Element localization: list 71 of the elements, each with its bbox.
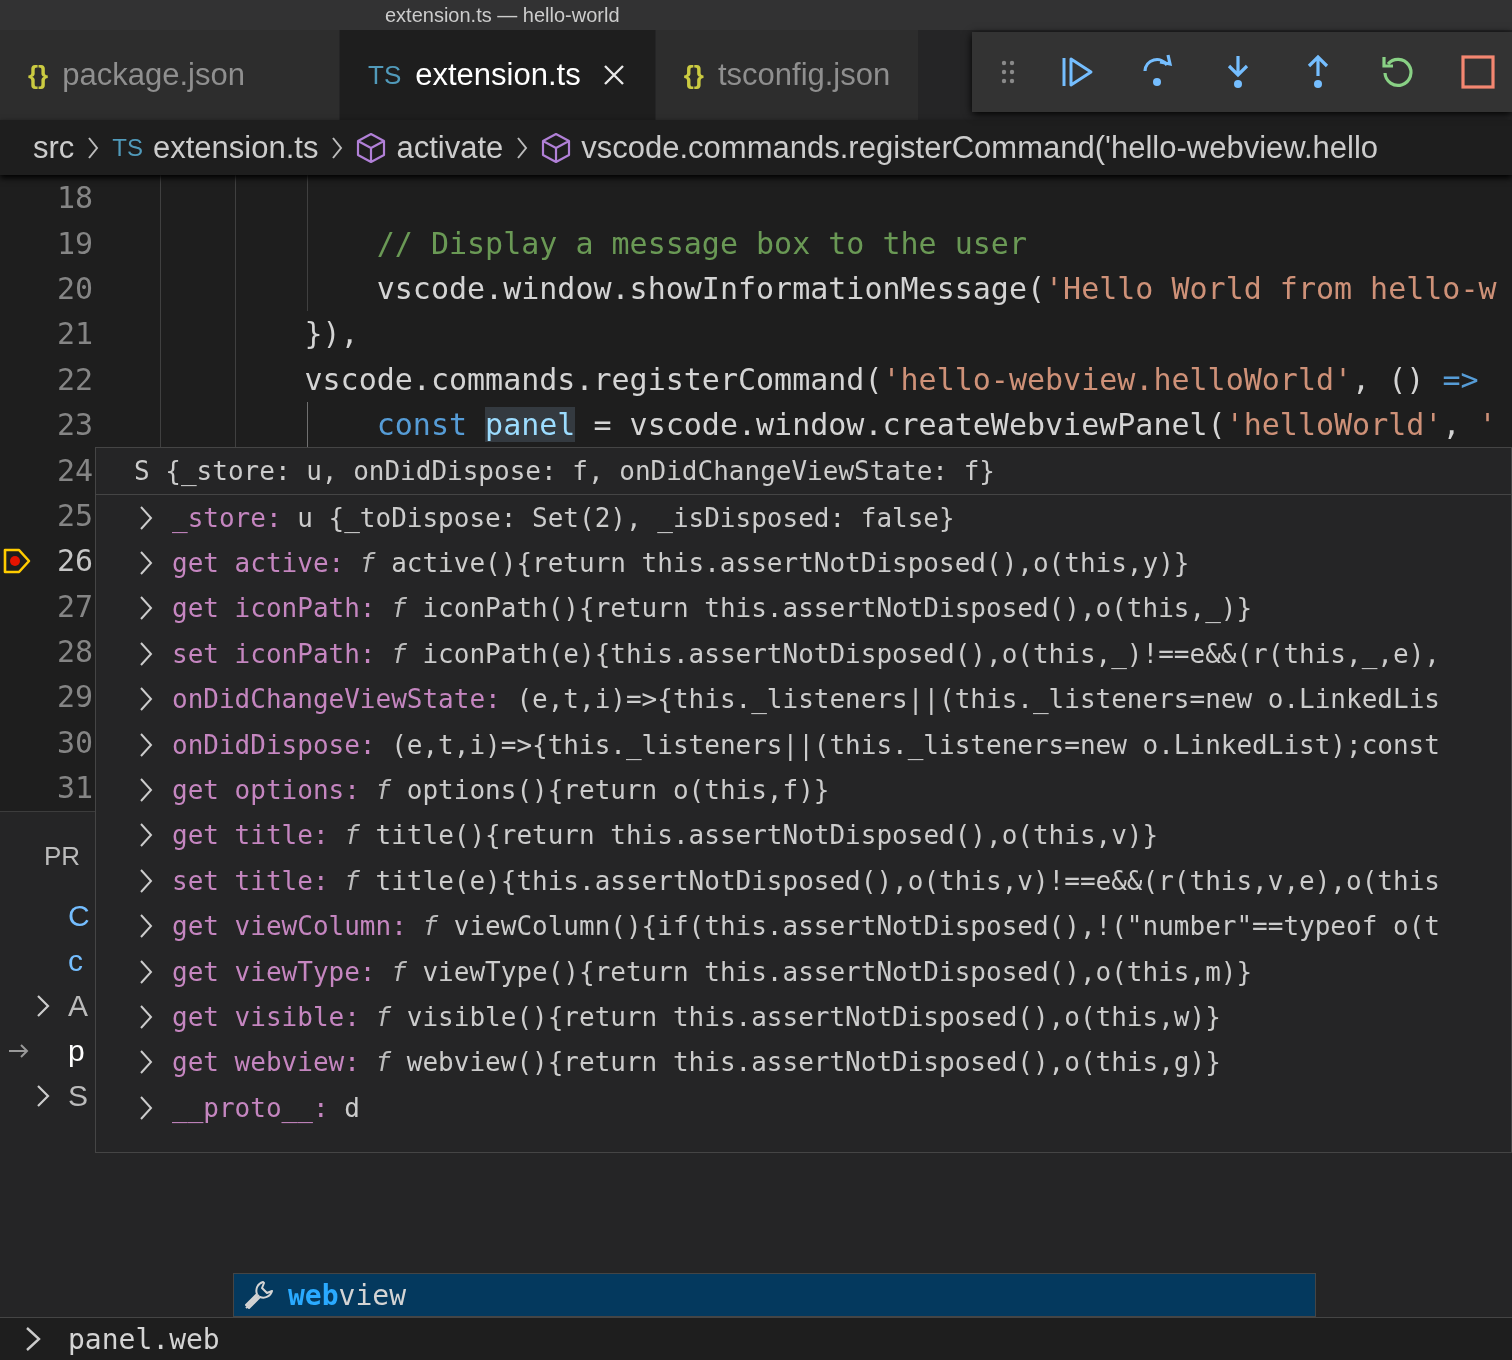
breadcrumb-item[interactable]: extension.ts [153,129,319,166]
property-row[interactable]: get visible: f visible(){return this.assertNotDisposed(),o(this,w)} [172,1002,1221,1032]
line-number: 25 [55,497,93,533]
tree-item[interactable]: S [68,1078,88,1113]
property-row[interactable]: set iconPath: f iconPath(e){this.assertNotDisposed(),o(this,_)!==e&&(r(this,_,e), [172,638,1440,669]
property-row[interactable]: get title: f title(){return this.assertNotDisposed(),o(this,v)} [172,820,1159,851]
chevron-right-icon[interactable] [35,1082,51,1109]
hover-header: S {_store: u, onDidDispose: f, onDidChangeViewState: f} [96,448,1511,495]
line-number: 20 [55,270,93,306]
code-line: // Display a message box to the user [375,225,1027,261]
section-heading: PR [44,841,81,872]
stop-icon [1460,54,1496,90]
tree-item[interactable]: p [68,1033,85,1068]
chevron-right-icon [24,1325,42,1353]
code-line: vscode.window.showInformationMessage('Hello World from hello-w [375,270,1497,306]
line-number: 31 [55,770,93,806]
cube-icon [356,131,387,164]
tree-item[interactable]: A [68,988,88,1023]
code-line: const panel = vscode.window.createWebviewPanel('helloWorld', ' [375,407,1497,443]
editor-tab[interactable]: {} tsconfig.json [655,30,920,120]
breadcrumb-item[interactable]: src [33,129,75,166]
chevron-right-icon[interactable] [35,992,51,1019]
restart-button[interactable] [1380,54,1416,90]
property-row[interactable]: get active: f active(){return this.assertNotDisposed(),o(this,y)} [172,548,1190,579]
property-row[interactable]: get viewColumn: f viewColumn(){if(this.assertNotDisposed(),!("number"==typeof o(t [172,911,1440,942]
console-input-field[interactable]: panel.web [68,1322,468,1356]
line-number: 30 [55,724,93,760]
file-type-label: TS [368,59,402,91]
tree-item[interactable]: C [68,898,90,933]
line-number: 24 [55,452,93,488]
property-row[interactable]: set title: f title(e){this.assertNotDisposed(),o(this,v)!==e&&(r(this,v,e),o(this [172,865,1440,896]
suggestion-label: webview [288,1278,406,1312]
code-line: vscode.commands.registerCommand('hello-webview.helloWorld', () => [303,361,1479,397]
restart-icon [1380,54,1416,90]
tree-item[interactable]: c [68,943,83,978]
drag-handle-icon[interactable] [1000,59,1016,85]
file-type-label: TS [112,133,143,162]
suggestion-item[interactable]: webview [234,1274,1315,1316]
property-row[interactable]: get options: f options(){return o(this,f)} [172,775,830,806]
breadcrumb-item[interactable]: activate [396,129,504,166]
file-type-label: {} [28,59,49,91]
line-number: 27 [55,588,93,624]
editor-tab[interactable]: {} package.json [0,30,340,120]
property-row[interactable]: _store: u {_toDispose: Set(2), _isDisposed: false} [172,502,955,533]
breadcrumb-item[interactable]: vscode.commands.registerCommand('hello-webview.hello [581,129,1379,166]
chevron-right-icon[interactable] [138,1003,154,1031]
tab-label: package.json [62,57,245,93]
property-row[interactable]: __proto__: d [172,1092,360,1123]
arrow-right-icon [8,1042,30,1059]
stop-button[interactable] [1460,54,1496,90]
window-title: extension.ts — hello-world [385,3,620,27]
file-type-label: {} [683,59,704,91]
property-row[interactable]: get iconPath: f iconPath(){return this.assertNotDisposed(),o(this,_)} [172,593,1253,624]
line-number: 28 [55,634,93,670]
editor-tab[interactable]: TS extension.ts [340,30,656,120]
line-number: 19 [55,225,93,261]
property-row[interactable]: onDidDispose: (e,t,i)=>{this._listeners||(this._listeners=new o.LinkedList);const [172,729,1440,760]
tab-label: extension.ts [415,57,581,93]
line-number: 18 [55,180,93,216]
property-row[interactable]: get viewType: f viewType(){return this.assertNotDisposed(),o(this,m)} [172,956,1253,987]
line-number: 23 [55,407,93,443]
cube-icon [541,131,572,164]
line-number: 26 [55,543,93,579]
line-number: 21 [55,316,93,352]
code-line: }), [303,316,359,352]
property-row[interactable]: onDidChangeViewState: (e,t,i)=>{this._listeners||(this._listeners=new o.LinkedLis [172,684,1440,715]
line-number: 29 [55,679,93,715]
tab-label: tsconfig.json [717,57,891,93]
line-number: 22 [55,361,93,397]
property-row[interactable]: get webview: f webview(){return this.assertNotDisposed(),o(this,g)} [172,1047,1221,1078]
wrench-icon [242,1278,276,1312]
